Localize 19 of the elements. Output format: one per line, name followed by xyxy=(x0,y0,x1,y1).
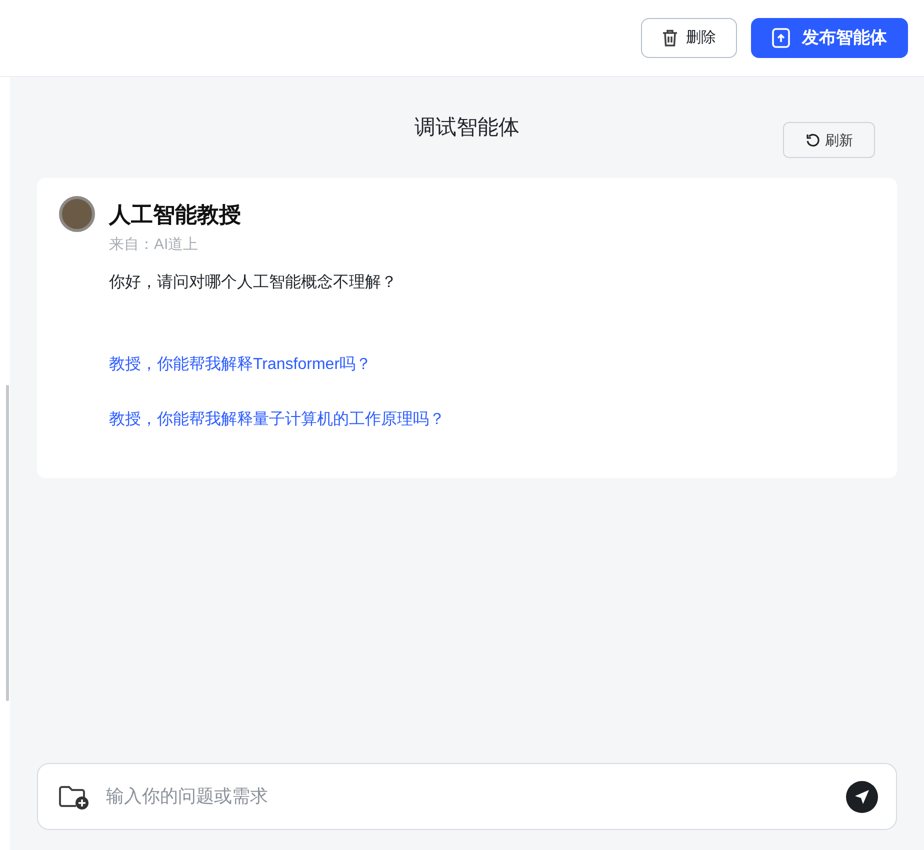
refresh-icon xyxy=(805,132,821,148)
scrollbar-thumb[interactable] xyxy=(6,385,9,701)
suggested-question-link[interactable]: 教授，你能帮我解释Transformer吗？ xyxy=(109,352,372,376)
question-input[interactable]: 输入你的问题或需求 xyxy=(106,783,830,810)
agent-name: 人工智能教授 xyxy=(109,200,241,228)
avatar xyxy=(59,196,95,232)
refresh-button[interactable]: 刷新 xyxy=(783,122,875,158)
send-icon xyxy=(854,788,870,804)
send-button[interactable] xyxy=(846,780,878,812)
message-composer[interactable]: 输入你的问题或需求 xyxy=(37,763,897,830)
agent-source: 来自：AI道上 xyxy=(109,235,200,255)
publish-button[interactable]: 发布智能体 xyxy=(751,18,908,58)
trash-icon xyxy=(662,29,678,47)
greeting-message: 你好，请问对哪个人工智能概念不理解？ xyxy=(109,272,398,292)
upload-icon xyxy=(772,28,790,48)
suggested-question-link[interactable]: 教授，你能帮我解释量子计算机的工作原理吗？ xyxy=(109,408,445,432)
delete-button[interactable]: 删除 xyxy=(641,18,737,58)
panel-title: 调试智能体 xyxy=(414,114,520,141)
folder-add-icon[interactable] xyxy=(58,784,90,810)
